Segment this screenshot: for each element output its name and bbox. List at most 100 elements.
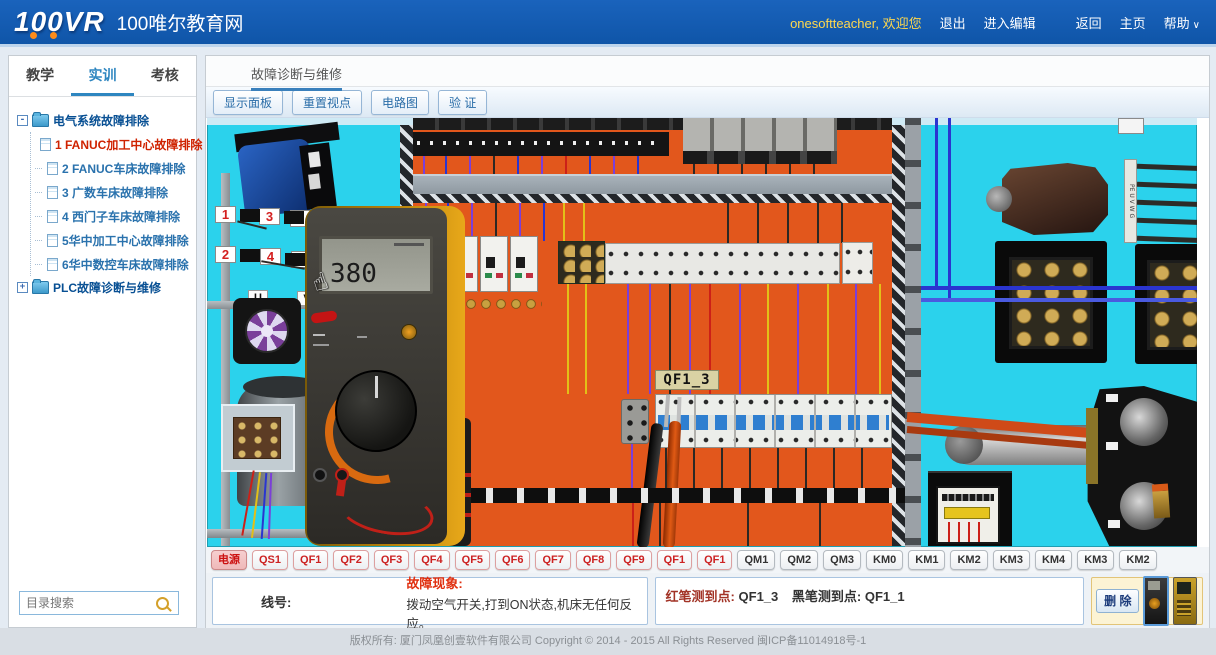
green-terminal-block (558, 241, 605, 284)
component-button[interactable]: QM3 (823, 550, 861, 570)
machine-plate (1086, 408, 1098, 484)
component-button[interactable]: KM3 (993, 550, 1030, 570)
help-menu[interactable]: 帮助∨ (1164, 13, 1200, 32)
component-button[interactable]: KM0 (866, 550, 903, 570)
tree-item-hzh-cnc-lathe[interactable]: 6华中数控车床故障排除 (35, 252, 192, 276)
circuit-breaker-row[interactable] (655, 394, 892, 448)
tree-item-label: 2 FANUC车床故障排除 (62, 160, 185, 177)
component-button[interactable]: QF1 (657, 550, 692, 570)
component-button[interactable]: QF9 (616, 550, 651, 570)
red-probe-label: 红笔测到点: (666, 589, 735, 604)
wire (739, 284, 741, 394)
component-button[interactable]: QF4 (414, 550, 449, 570)
component-button[interactable]: KM4 (1035, 550, 1072, 570)
terminal-strip-label: PE U V W G (1124, 159, 1137, 243)
verify-button[interactable]: 验 证 (438, 90, 487, 115)
welcome-text: , 欢迎您 (875, 16, 921, 31)
back-link[interactable]: 返回 (1076, 13, 1102, 32)
tree-item-hzh-machining[interactable]: 5华中加工中心故障排除 (35, 228, 192, 252)
component-button[interactable]: QF7 (535, 550, 570, 570)
reset-view-button[interactable]: 重置视点 (292, 90, 362, 115)
tree-node-plc[interactable]: + PLC故障诊断与维修 (17, 276, 192, 299)
instrument-panel: 删 除 (1091, 577, 1203, 625)
file-icon (47, 210, 58, 223)
component-button[interactable]: KM2 (950, 550, 987, 570)
component-button[interactable]: QF5 (455, 550, 490, 570)
tree-item-label: 5华中加工中心故障排除 (62, 232, 189, 249)
tag-block (284, 211, 304, 224)
cable (1137, 164, 1197, 171)
component-button[interactable]: QF8 (576, 550, 611, 570)
enter-edit-link[interactable]: 进入编辑 (984, 13, 1036, 32)
terminal-block-contacts (1147, 260, 1197, 350)
tree-item-fanuc-machining[interactable]: 1 FANUC加工中心故障排除 (35, 132, 192, 156)
wire (627, 284, 629, 394)
3d-scene-viewport[interactable]: QF1_3 PE U V W (207, 118, 1197, 547)
main-panel: 故障诊断与维修 显示面板 重置视点 电路图 验 证 (205, 55, 1210, 628)
component-button[interactable]: QF1 (293, 550, 328, 570)
multimeter-thumbnail[interactable] (1143, 576, 1169, 626)
show-panel-button[interactable]: 显示面板 (213, 90, 283, 115)
component-button[interactable]: QF1 (697, 550, 732, 570)
wire (948, 522, 950, 542)
component-button[interactable]: QM2 (780, 550, 818, 570)
tab-training[interactable]: 实训 (71, 65, 133, 96)
multimeter[interactable]: 380 (305, 206, 465, 546)
component-button[interactable]: QS1 (252, 550, 288, 570)
component-button[interactable]: 电源 (211, 550, 247, 570)
tree-node-electrical[interactable]: - 电气系统故障排除 (17, 109, 192, 132)
fault-info-panel: 线号: 故障现象: 拨动空气开关,打到ON状态,机床无任何反应。 (212, 577, 648, 625)
home-link[interactable]: 主页 (1120, 13, 1146, 32)
wire (649, 284, 651, 394)
tab-fault-diagnosis[interactable]: 故障诊断与维修 (251, 64, 342, 91)
wire (693, 448, 695, 488)
collapse-icon[interactable]: - (17, 115, 28, 126)
component-button[interactable]: KM1 (908, 550, 945, 570)
component-button[interactable]: QM1 (737, 550, 775, 570)
tree-item-gsk-lathe[interactable]: 3 广数车床故障排除 (35, 180, 192, 204)
servo-motor (1002, 163, 1108, 235)
component-tag (1118, 118, 1144, 134)
search-icon[interactable] (156, 597, 169, 610)
wire (637, 156, 639, 174)
terminal-block-contacts (1009, 257, 1093, 349)
probe-result-panel: 红笔测到点: QF1_3 黑笔测到点: QF1_1 (655, 577, 1085, 625)
contactor (480, 236, 508, 292)
transformer-terminal-strip (944, 507, 990, 519)
wire (817, 203, 819, 243)
meter-jack-orange (401, 324, 417, 340)
component-button[interactable]: QF6 (495, 550, 530, 570)
logo-text: 100VR (14, 6, 105, 37)
circuit-diagram-button[interactable]: 电路图 (371, 90, 429, 115)
wire (613, 156, 615, 174)
terminal-block (995, 241, 1107, 363)
component-button[interactable]: QF3 (374, 550, 409, 570)
wire (563, 203, 565, 241)
search-input[interactable] (20, 595, 156, 611)
help-label: 帮助 (1164, 16, 1190, 31)
logout-link[interactable]: 退出 (940, 13, 966, 32)
site-logo[interactable]: 100VR (14, 8, 105, 36)
delete-button[interactable]: 删 除 (1096, 589, 1139, 613)
tree-item-fanuc-lathe[interactable]: 2 FANUC车床故障排除 (35, 156, 192, 180)
rotary-dial[interactable] (335, 370, 417, 452)
logo-dot (30, 32, 37, 39)
wire (632, 503, 634, 546)
tag-block (240, 209, 260, 222)
folder-closed-icon (32, 281, 49, 294)
scene-toolbar: 显示面板 重置视点 电路图 验 证 (206, 87, 1209, 118)
oscilloscope-thumbnail[interactable] (1173, 577, 1197, 625)
component-button[interactable]: KM3 (1077, 550, 1114, 570)
component-button[interactable]: QF2 (333, 550, 368, 570)
component-button[interactable]: KM2 (1119, 550, 1156, 570)
wire (665, 448, 667, 488)
tab-teaching[interactable]: 教学 (9, 65, 71, 96)
file-icon (47, 258, 58, 271)
tree-item-label: 4 西门子车床故障排除 (62, 208, 180, 225)
tree-item-siemens-lathe[interactable]: 4 西门子车床故障排除 (35, 204, 192, 228)
wire (517, 156, 519, 174)
expand-icon[interactable]: + (17, 282, 28, 293)
tab-assessment[interactable]: 考核 (134, 65, 196, 96)
connector-block (621, 399, 649, 444)
wire (541, 156, 543, 174)
